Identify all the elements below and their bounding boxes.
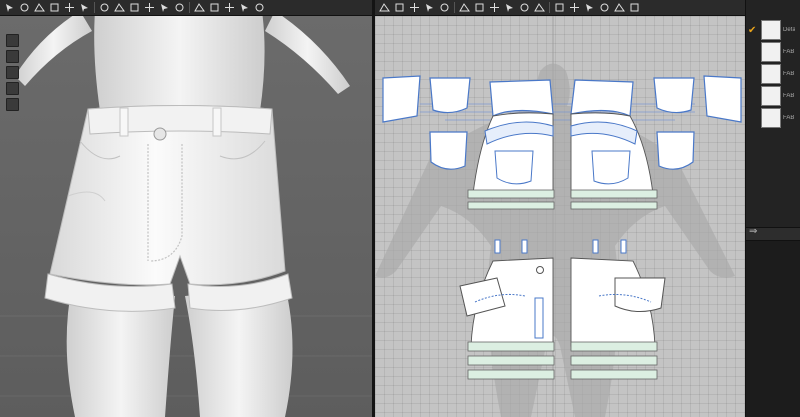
edit-pattern-icon[interactable] xyxy=(424,2,435,13)
viewport-side-toolbar xyxy=(6,34,19,111)
texture-icon[interactable] xyxy=(6,66,19,79)
waistband-strip xyxy=(570,201,658,210)
back-pocket-panel xyxy=(656,131,695,170)
fabric-swatch xyxy=(761,64,781,84)
internal-line-icon[interactable] xyxy=(554,2,565,13)
rectangle-icon[interactable] xyxy=(474,2,485,13)
fabric-label: FAB xyxy=(783,93,795,99)
sphere-icon[interactable] xyxy=(174,2,185,13)
brush-icon[interactable] xyxy=(64,2,75,13)
fabric-item[interactable]: FAB xyxy=(748,42,800,62)
fabric-swatch xyxy=(761,86,781,106)
viewport-3d[interactable] xyxy=(0,16,372,417)
edit-point-icon[interactable] xyxy=(394,2,405,13)
move-icon[interactable] xyxy=(19,2,30,13)
waistband-strip xyxy=(467,201,555,210)
edit-curve-icon[interactable] xyxy=(409,2,420,13)
avatar-icon[interactable] xyxy=(194,2,205,13)
fabric-item[interactable]: ✔ Default xyxy=(748,20,800,40)
fabric-item[interactable]: FAB xyxy=(748,86,800,106)
toolbar-2d xyxy=(375,0,745,16)
fabric-item[interactable]: FAB xyxy=(748,64,800,84)
grade-icon[interactable] xyxy=(584,2,595,13)
pocket-facing-panel xyxy=(429,77,471,114)
check-icon: ✔ xyxy=(748,24,757,36)
pocket-facing-panel xyxy=(653,77,695,114)
toolbar-separator xyxy=(454,2,455,13)
fabric-swatch xyxy=(761,42,781,62)
yoke-right xyxy=(570,79,634,117)
button-icon[interactable] xyxy=(114,2,125,13)
toolbar-separator xyxy=(189,2,190,13)
light-icon[interactable] xyxy=(239,2,250,13)
free-sewing-icon[interactable] xyxy=(519,2,530,13)
pleat-icon[interactable] xyxy=(599,2,610,13)
avatar-right-arm xyxy=(265,16,350,94)
button-3d xyxy=(153,127,167,141)
fabric-label: FAB xyxy=(783,71,795,77)
panel-divider[interactable]: ⇒ xyxy=(746,226,800,241)
avatar-torso xyxy=(94,16,265,111)
toolbar-separator xyxy=(549,2,550,13)
avatar-figure-icon[interactable] xyxy=(6,98,19,111)
fabric-swatch xyxy=(761,108,781,128)
avatar-3d-scene xyxy=(0,16,372,417)
trace-icon[interactable] xyxy=(614,2,625,13)
yoke-left xyxy=(489,79,554,117)
transform-pattern-icon[interactable] xyxy=(379,2,390,13)
display-avatar-icon[interactable] xyxy=(6,34,19,47)
waistband-strip xyxy=(467,189,555,199)
toolbar-separator xyxy=(94,2,95,13)
fold-icon[interactable] xyxy=(49,2,60,13)
segment-sewing-icon[interactable] xyxy=(504,2,515,13)
avatar-silhouette xyxy=(375,63,735,417)
property-editor-panel xyxy=(746,241,800,417)
add-point-icon[interactable] xyxy=(439,2,450,13)
fabric-label: Default xyxy=(783,27,795,33)
render-icon[interactable] xyxy=(254,2,265,13)
toolbar-3d xyxy=(0,0,372,16)
grid-icon[interactable] xyxy=(99,2,110,13)
tack-icon[interactable] xyxy=(79,2,90,13)
polygon-icon[interactable] xyxy=(459,2,470,13)
fabric-label: FAB xyxy=(783,49,795,55)
fabric-item[interactable]: FAB xyxy=(748,108,800,128)
dart-icon[interactable] xyxy=(569,2,580,13)
topstitch-icon[interactable] xyxy=(159,2,170,13)
measure-icon[interactable] xyxy=(209,2,220,13)
fabric-swatch xyxy=(761,20,781,40)
belt-loop-panel xyxy=(703,75,742,123)
select-icon[interactable] xyxy=(4,2,15,13)
viewport-2d-pattern[interactable] xyxy=(375,16,745,417)
avatar-visibility-icon[interactable] xyxy=(6,50,19,63)
camera-icon[interactable] xyxy=(224,2,235,13)
fold-arrange-icon[interactable] xyxy=(534,2,545,13)
zoom-icon[interactable] xyxy=(629,2,640,13)
circle-icon[interactable] xyxy=(489,2,500,13)
object-browser-panel: ✔ Default FAB FAB FAB FAB ⇒ xyxy=(745,0,800,417)
arrow-icon[interactable]: ⇒ xyxy=(749,226,757,237)
pattern-canvas xyxy=(375,16,742,417)
fabric-label: FAB xyxy=(783,115,795,121)
belt-loop-panel xyxy=(382,75,421,123)
ruler-icon[interactable] xyxy=(144,2,155,13)
pin-icon[interactable] xyxy=(34,2,45,13)
avatar-left-arm xyxy=(15,16,92,86)
waistband-strip xyxy=(570,189,658,199)
zipper-icon[interactable] xyxy=(129,2,140,13)
line-icon[interactable] xyxy=(6,82,19,95)
back-pocket-panel xyxy=(429,131,468,170)
